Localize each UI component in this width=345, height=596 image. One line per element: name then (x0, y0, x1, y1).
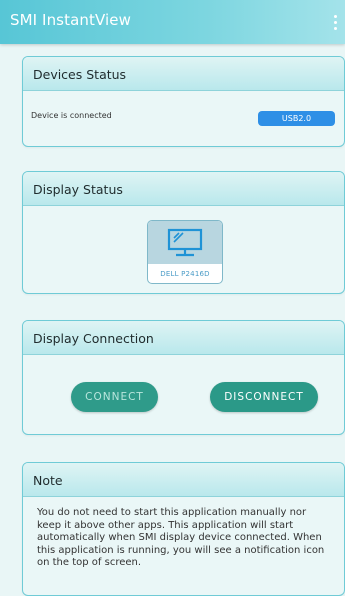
connect-button[interactable]: CONNECT (71, 382, 158, 412)
devices-status-card: Devices Status Device is connected USB2.… (22, 56, 345, 147)
note-title: Note (23, 463, 344, 497)
note-card: Note You do not need to start this appli… (22, 462, 345, 596)
display-status-title: Display Status (23, 172, 344, 206)
disconnect-button[interactable]: DISCONNECT (210, 382, 318, 412)
usb-badge: USB2.0 (258, 111, 335, 126)
note-body: You do not need to start this applicatio… (37, 507, 325, 568)
display-connection-title: Display Connection (23, 321, 344, 355)
display-status-card: Display Status DELL P2416D (22, 171, 345, 294)
app-bar: SMI InstantView (0, 0, 345, 44)
app-title: SMI InstantView (10, 11, 131, 29)
monitor-tile[interactable]: DELL P2416D (147, 220, 223, 284)
monitor-name: DELL P2416D (160, 269, 210, 278)
device-status-text: Device is connected (31, 111, 112, 120)
monitor-icon (167, 228, 203, 256)
more-vert-icon[interactable] (327, 10, 343, 34)
devices-status-title: Devices Status (23, 57, 344, 91)
display-connection-card: Display Connection CONNECT DISCONNECT (22, 320, 345, 435)
